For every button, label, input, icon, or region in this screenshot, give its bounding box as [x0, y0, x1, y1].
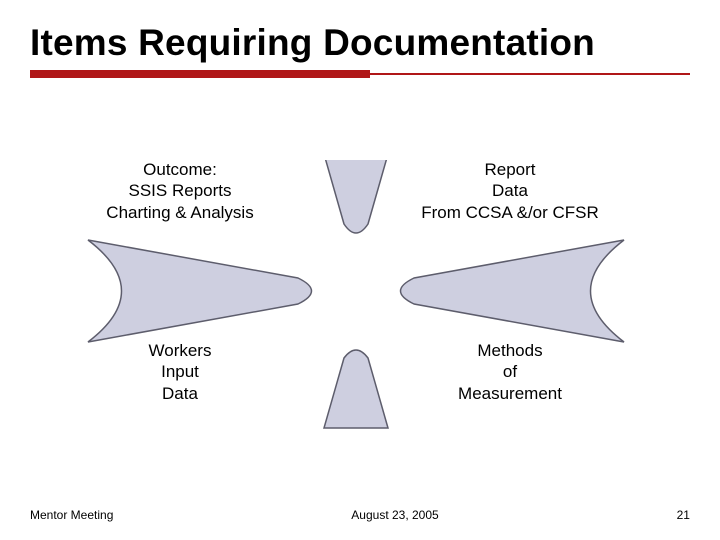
label-bottom-right: Methods of Measurement: [430, 340, 590, 404]
label-line: Methods: [477, 341, 542, 360]
label-line: Outcome:: [143, 160, 217, 179]
title-underline: [30, 70, 690, 80]
footer-left: Mentor Meeting: [30, 508, 113, 522]
diagram-area: Outcome: SSIS Reports Charting & Analysi…: [30, 160, 690, 480]
label-line: Data: [162, 384, 198, 403]
slide-footer: Mentor Meeting August 23, 2005 21: [30, 508, 690, 522]
label-top-right: Report Data From CCSA &/or CFSR: [395, 159, 625, 223]
slide: Items Requiring Documentation Outcome: S…: [0, 0, 720, 540]
label-line: Data: [492, 181, 528, 200]
label-line: Input: [161, 362, 199, 381]
page-title: Items Requiring Documentation: [30, 22, 690, 64]
label-line: Measurement: [458, 384, 562, 403]
label-bottom-left: Workers Input Data: [115, 340, 245, 404]
label-line: SSIS Reports: [129, 181, 232, 200]
label-line: From CCSA &/or CFSR: [421, 203, 599, 222]
label-top-left: Outcome: SSIS Reports Charting & Analysi…: [85, 159, 275, 223]
label-line: Charting & Analysis: [106, 203, 253, 222]
label-line: Workers: [149, 341, 212, 360]
label-line: Report: [484, 160, 535, 179]
label-line: of: [503, 362, 517, 381]
footer-center: August 23, 2005: [351, 508, 438, 522]
footer-right: 21: [677, 508, 690, 522]
